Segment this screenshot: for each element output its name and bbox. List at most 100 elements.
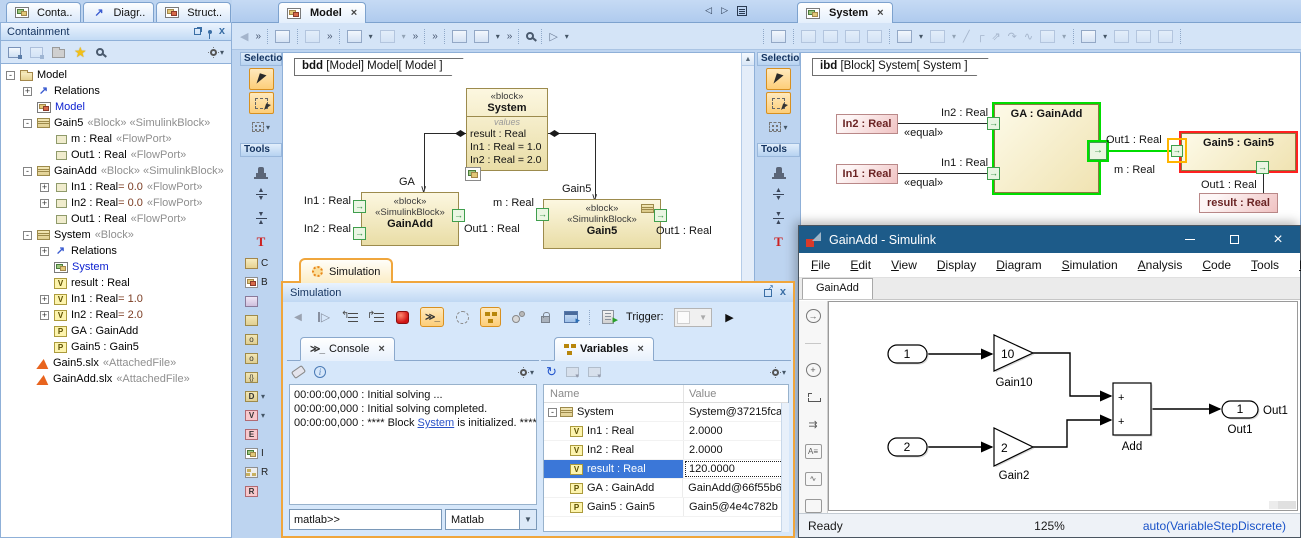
containment-tree-icon[interactable] <box>771 30 786 43</box>
tree-expander[interactable] <box>40 199 49 208</box>
tree-item[interactable]: Model <box>1 99 231 115</box>
elbow-line-icon[interactable]: ┌ <box>977 30 985 42</box>
tree-item[interactable]: In2 : Real = 0.0 «FlowPort» <box>1 195 231 211</box>
tab-diagrams[interactable]: Diagr.. <box>83 2 154 22</box>
gainadd-block[interactable]: «block» «SimulinkBlock» GainAdd <box>361 192 459 246</box>
tab-console[interactable]: ≫_ Console × <box>300 337 395 361</box>
system-inner-diagram-icon[interactable] <box>465 167 481 181</box>
gain5-part[interactable]: Gain5 : Gain5 <box>1181 133 1296 171</box>
tree-expander[interactable]: - <box>548 408 557 417</box>
annotation-icon[interactable]: A≡ <box>805 444 822 458</box>
signal-routing-icon[interactable]: ⇉ <box>805 417 822 431</box>
tree-expander[interactable] <box>40 247 49 256</box>
variables-row[interactable]: result : Real 120.0000 <box>544 460 788 479</box>
canvas-scroll-nub[interactable] <box>1278 501 1296 509</box>
zoom-search-icon[interactable] <box>526 32 534 40</box>
tree-expander[interactable] <box>23 87 32 96</box>
gain5-port-out1[interactable] <box>1256 161 1269 174</box>
hierarchy-icon[interactable] <box>897 30 912 43</box>
pin-panel-icon[interactable] <box>208 30 212 34</box>
gain5-port-m-highlighted[interactable] <box>1167 138 1187 163</box>
gain2-value[interactable]: 2 <box>1001 441 1008 455</box>
close-tab-icon[interactable]: × <box>637 343 643 355</box>
link-label-gain5[interactable]: Gain5 <box>562 183 591 195</box>
tree-expander[interactable] <box>40 311 49 320</box>
tree-item[interactable]: Gain5 : Gain5 <box>1 339 231 355</box>
variable-value[interactable]: Gain5@4e4c782b <box>684 498 788 516</box>
variables-row[interactable]: Gain5 : Gain5 Gain5@4e4c782b <box>544 498 788 517</box>
console-log-link[interactable]: System <box>418 417 455 429</box>
close-button[interactable]: × <box>1256 226 1300 253</box>
connector-in1[interactable] <box>898 173 988 174</box>
prev-diagram-icon[interactable]: ◁ <box>705 5 712 16</box>
refresh-icon[interactable] <box>546 366 557 378</box>
gainadd-port-out1[interactable] <box>452 209 465 222</box>
distribute-tool-button[interactable]: ▲▼ <box>766 183 791 205</box>
ga-port-in2[interactable] <box>987 117 1000 130</box>
variable-name-cell[interactable]: result : Real <box>544 460 684 478</box>
palette-item-package[interactable] <box>245 295 282 307</box>
fit-view-icon[interactable] <box>805 390 822 404</box>
export-button[interactable] <box>563 307 579 327</box>
breakpoints-button[interactable] <box>511 307 527 327</box>
menu-item[interactable]: Diagram <box>986 256 1051 274</box>
text-tool-button[interactable]: T <box>766 231 791 253</box>
tree-expander[interactable] <box>23 167 32 176</box>
tab-model[interactable]: Model × <box>278 2 366 23</box>
close-tab-icon[interactable]: × <box>877 7 883 19</box>
related-elements-icon[interactable] <box>930 30 945 43</box>
tree-item[interactable]: Gain5 «Block» «SimulinkBlock» <box>1 115 231 131</box>
system-block[interactable]: «block» System values result : Real In1 … <box>466 88 548 171</box>
ga-port-out1-selected[interactable] <box>1089 142 1107 160</box>
delete-icon[interactable] <box>845 30 860 43</box>
layout-up-icon[interactable] <box>1114 30 1129 43</box>
related-elements-icon[interactable] <box>380 30 395 43</box>
console-toggle-button[interactable]: ≫_ <box>420 307 444 327</box>
hierarchy-icon[interactable] <box>347 30 362 43</box>
rewind-button[interactable]: ◀ <box>290 307 306 327</box>
in2-part[interactable]: In2 : Real <box>836 114 898 134</box>
tree-item[interactable]: System «Block» <box>1 227 231 243</box>
menu-item[interactable]: Edit <box>840 256 881 274</box>
curve-line-icon[interactable]: ↷ <box>1008 30 1017 43</box>
no-layout-icon[interactable] <box>1158 30 1173 43</box>
tree-expander[interactable] <box>40 183 49 192</box>
matlab-command-input[interactable] <box>289 509 442 530</box>
variables-row[interactable]: In1 : Real 2.0000 <box>544 422 788 441</box>
ga-gainadd-part[interactable]: GA : GainAdd <box>994 104 1099 193</box>
variable-value[interactable]: 120.0000 <box>684 460 788 478</box>
link-label-ga[interactable]: GA <box>399 176 415 188</box>
lock-button[interactable] <box>537 307 553 327</box>
filter-off-icon[interactable] <box>30 47 43 58</box>
menu-item[interactable]: Analysis <box>1128 256 1193 274</box>
copy-icon[interactable] <box>305 30 320 43</box>
tree-expander[interactable] <box>40 295 49 304</box>
menu-item[interactable]: Display <box>927 256 986 274</box>
filter-icon[interactable] <box>8 47 21 58</box>
console-options-button[interactable]: ▾ <box>520 368 534 377</box>
step-over-button[interactable] <box>368 307 384 327</box>
menu-item[interactable]: View <box>881 256 927 274</box>
column-name[interactable]: Name <box>544 385 684 402</box>
simulation-window-tab[interactable]: Simulation <box>299 258 393 283</box>
maximize-button[interactable] <box>1212 226 1256 253</box>
tree-expander[interactable] <box>23 231 32 240</box>
tree-item[interactable]: Model <box>1 67 231 83</box>
close-tab-icon[interactable]: × <box>351 7 357 19</box>
tree-expander[interactable] <box>6 71 15 80</box>
validation-icon[interactable] <box>452 30 467 43</box>
variable-name-cell[interactable]: Gain5 : Gain5 <box>544 498 684 516</box>
open-folder-icon[interactable] <box>52 49 65 58</box>
grid-tool-button[interactable]: ▾ <box>249 116 274 138</box>
variable-value[interactable]: GainAdd@66f55b65 <box>683 479 788 497</box>
export-icon[interactable] <box>588 367 601 377</box>
variable-value[interactable]: 2.0000 <box>684 422 788 440</box>
paste-icon[interactable] <box>823 30 838 43</box>
swap-icon[interactable] <box>1040 30 1055 43</box>
oblique-line-icon[interactable]: ⇗ <box>991 30 1000 43</box>
palette-item-rdiagram[interactable]: R <box>245 466 282 478</box>
gain5-port-m[interactable] <box>536 208 549 221</box>
inport2-label[interactable]: 2 <box>904 440 911 454</box>
marquee-tool-button[interactable] <box>766 92 791 114</box>
palette-item-rproperty[interactable] <box>245 485 282 497</box>
